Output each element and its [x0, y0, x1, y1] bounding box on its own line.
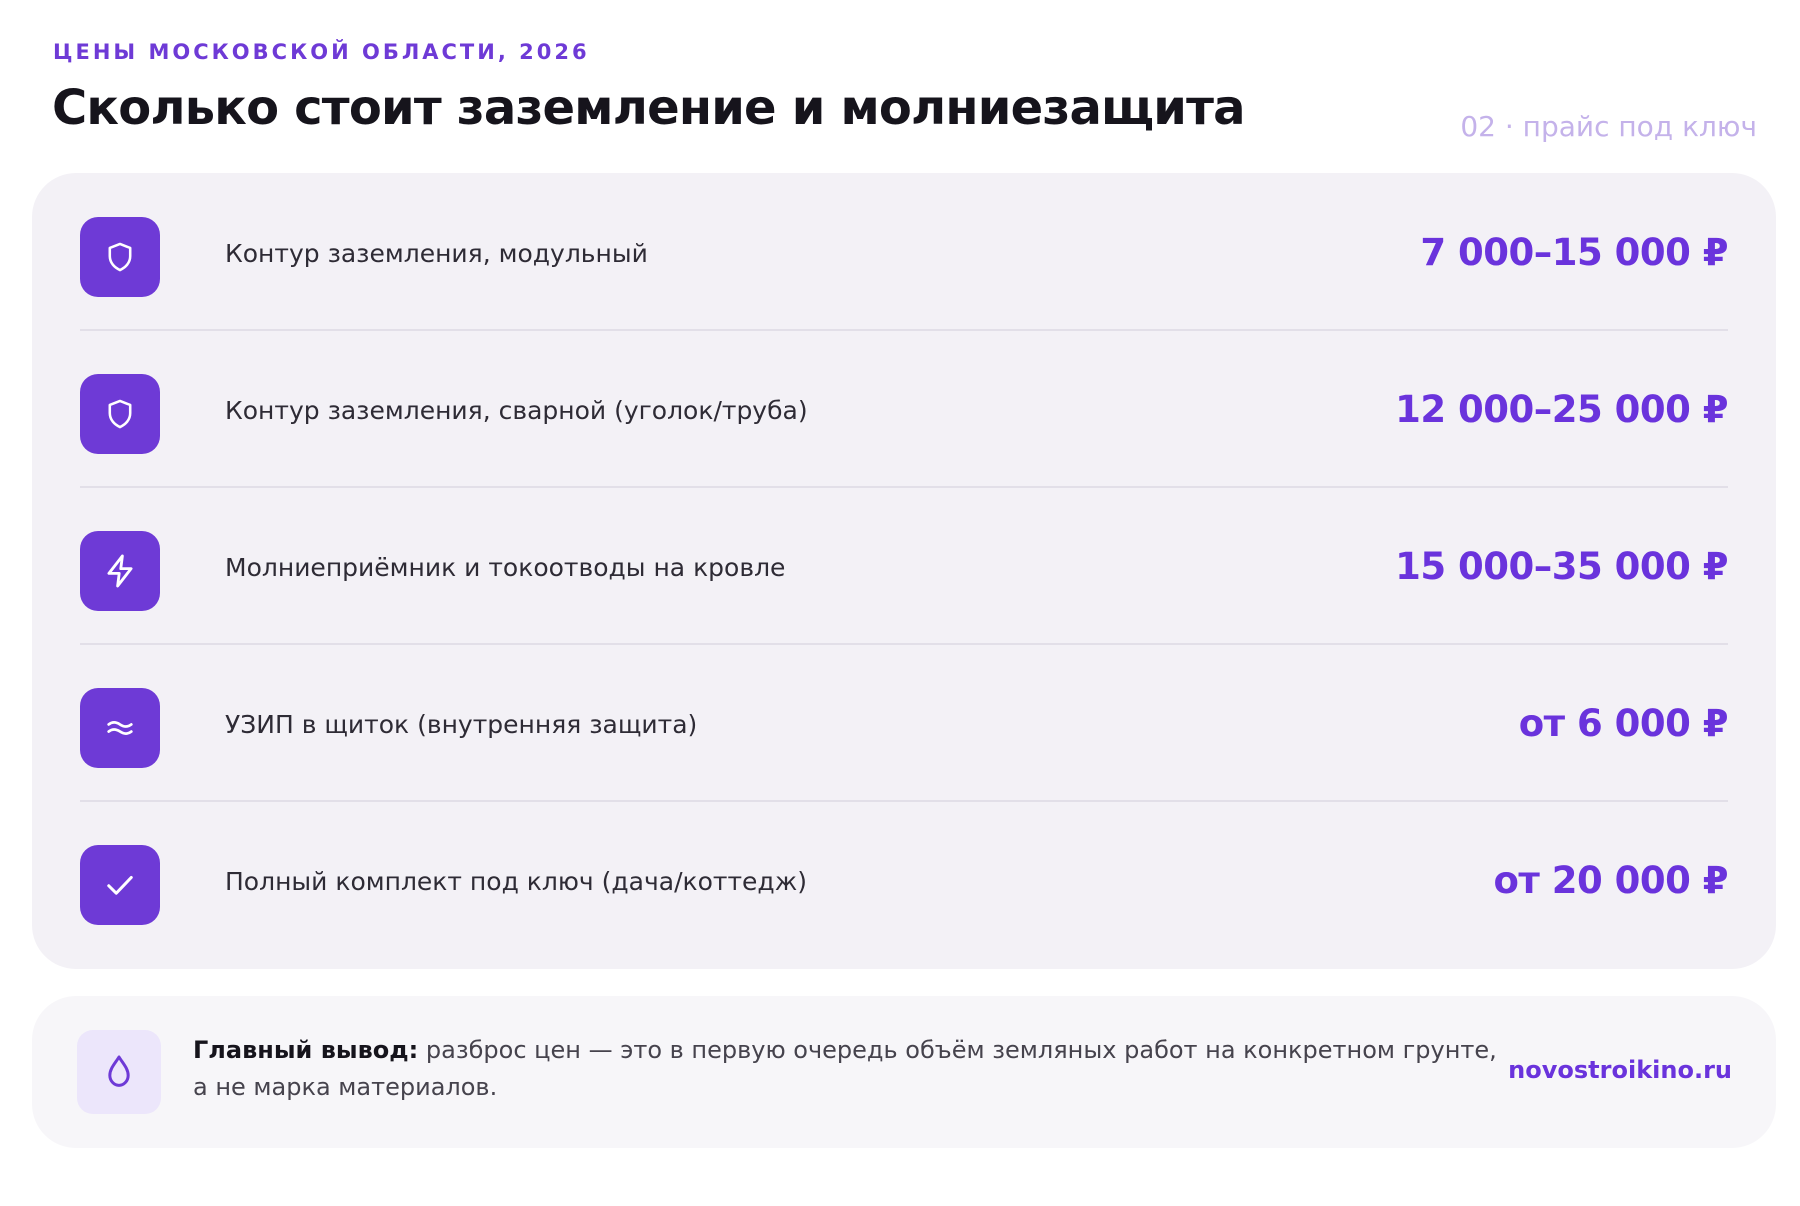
price-row-value: 15 000–35 000 ₽: [1395, 545, 1728, 588]
price-row-value: 7 000–15 000 ₽: [1420, 231, 1728, 274]
droplet-icon: [77, 1030, 161, 1114]
shield-icon: [80, 217, 160, 297]
price-list-card: Контур заземления, модульный 7 000–15 00…: [32, 173, 1776, 969]
price-row-label: Контур заземления, сварной (уголок/труба…: [225, 396, 808, 425]
price-row: Контур заземления, сварной (уголок/труба…: [80, 330, 1728, 487]
price-row-label: УЗИП в щиток (внутренняя защита): [225, 710, 698, 739]
price-row-label: Контур заземления, модульный: [225, 239, 648, 268]
price-row-value: от 6 000 ₽: [1518, 702, 1729, 745]
lightning-icon: [80, 531, 160, 611]
shield-icon: [80, 374, 160, 454]
conclusion-text: Главный вывод: разброс цен — это в перву…: [193, 1032, 1503, 1106]
price-row: Молниеприёмник и токоотводы на кровле 15…: [80, 487, 1728, 644]
conclusion-note: Главный вывод: разброс цен — это в перву…: [32, 996, 1776, 1148]
price-row: Контур заземления, модульный 7 000–15 00…: [80, 173, 1728, 330]
section-eyebrow: ЦЕНЫ МОСКОВСКОЙ ОБЛАСТИ, 2026: [53, 40, 590, 64]
price-row-value: 12 000–25 000 ₽: [1395, 388, 1728, 431]
price-row-value: от 20 000 ₽: [1493, 859, 1729, 902]
price-row: Полный комплект под ключ (дача/коттедж) …: [80, 801, 1729, 958]
waves-icon: [80, 688, 160, 768]
section-kicker: 02 · прайс под ключ: [1460, 110, 1757, 143]
checkmark-icon: [80, 845, 160, 925]
price-row-label: Молниеприёмник и токоотводы на кровле: [225, 553, 786, 582]
page-title: Сколько стоит заземление и молниезащита: [52, 80, 1246, 136]
price-section: ЦЕНЫ МОСКОВСКОЙ ОБЛАСТИ, 2026 Сколько ст…: [0, 0, 1800, 1206]
conclusion-lead: Главный вывод:: [193, 1036, 419, 1064]
brand-link[interactable]: novostroikino.ru: [1508, 1056, 1732, 1084]
price-row: УЗИП в щиток (внутренняя защита) от 6 00…: [80, 644, 1729, 801]
price-row-label: Полный комплект под ключ (дача/коттедж): [225, 867, 807, 896]
